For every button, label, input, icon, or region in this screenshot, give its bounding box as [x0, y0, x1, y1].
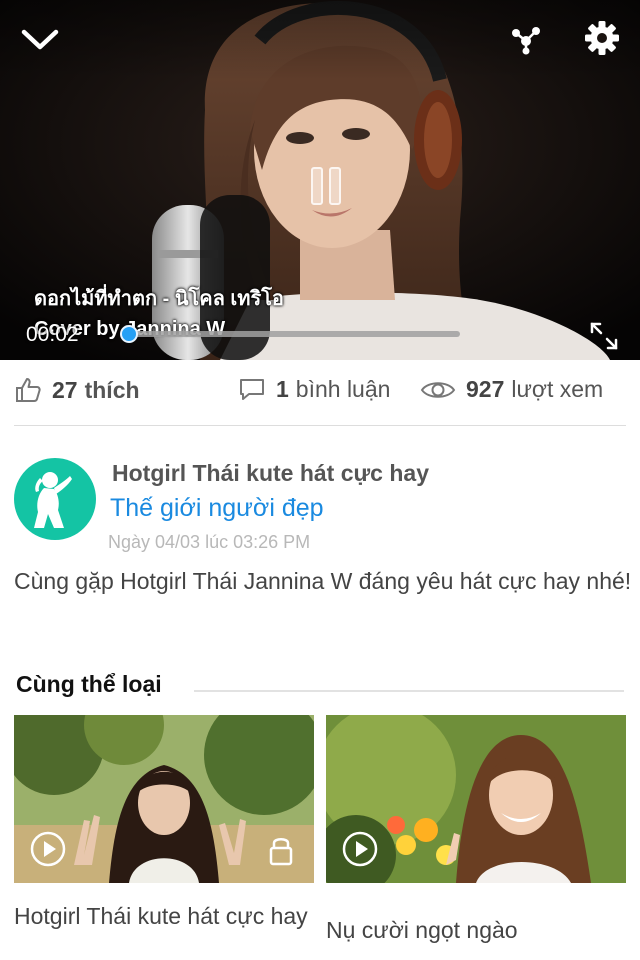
- caption-line-2: Cover by Jannina W: [34, 318, 226, 340]
- view-count: 927 lượt xem: [420, 376, 603, 403]
- play-icon: [30, 831, 66, 867]
- related-video-card[interactable]: Nụ cười ngọt ngào: [326, 715, 626, 945]
- share-icon: [512, 27, 540, 55]
- settings-button[interactable]: [578, 14, 626, 62]
- like-button[interactable]: 27 thích: [14, 376, 140, 404]
- thumbs-up-icon: [14, 376, 42, 404]
- video-player[interactable]: ดอกไม้ที่ทำตก - นิโคล เทริโอ Cover by Ja…: [0, 0, 640, 360]
- video-thumbnail: [14, 715, 314, 883]
- comments-count: 1: [276, 376, 289, 402]
- video-description: Cùng gặp Hotgirl Thái Jannina W đáng yêu…: [14, 568, 632, 594]
- gear-icon: [585, 21, 619, 55]
- post-date: Ngày 04/03 lúc 03:26 PM: [108, 532, 311, 552]
- lock-icon: [269, 838, 293, 866]
- video-title: Hotgirl Thái kute hát cực hay: [112, 460, 429, 486]
- channel-avatar[interactable]: [14, 458, 96, 540]
- views-label: lượt xem: [511, 376, 604, 402]
- related-video-card[interactable]: Hotgirl Thái kute hát cực hay: [14, 715, 314, 931]
- related-section-title: Cùng thể loại: [16, 671, 162, 697]
- share-button[interactable]: [502, 16, 550, 64]
- channel-link[interactable]: Thế giới người đẹp: [110, 494, 324, 523]
- chevron-down-icon: [21, 29, 59, 50]
- likes-count: 27: [52, 376, 78, 403]
- pause-icon: [311, 167, 341, 205]
- related-video-title: Nụ cười ngọt ngào: [326, 917, 518, 943]
- likes-label: thích: [84, 376, 140, 403]
- play-icon: [342, 831, 378, 867]
- fullscreen-icon: [590, 322, 618, 350]
- stats-divider: [14, 425, 626, 426]
- video-thumbnail: [326, 715, 626, 883]
- comment-button[interactable]: 1 bình luận: [238, 376, 390, 403]
- views-count: 927: [466, 376, 505, 402]
- comments-label: bình luận: [295, 376, 391, 402]
- stats-row: 27 thích 1 bình luận 927 lượt xem: [0, 360, 640, 426]
- section-divider: [194, 690, 624, 692]
- current-time: 00:02: [26, 323, 79, 346]
- eye-icon: [420, 378, 456, 402]
- pause-button[interactable]: [296, 156, 356, 216]
- fullscreen-button[interactable]: [582, 316, 626, 356]
- caption-line-1: ดอกไม้ที่ทำตก - นิโคล เทริโอ: [34, 288, 284, 310]
- seek-bar[interactable]: [120, 325, 460, 343]
- related-video-title: Hotgirl Thái kute hát cực hay: [14, 903, 308, 929]
- silhouette-icon: [34, 472, 72, 528]
- comment-icon: [238, 377, 266, 403]
- collapse-button[interactable]: [16, 20, 64, 60]
